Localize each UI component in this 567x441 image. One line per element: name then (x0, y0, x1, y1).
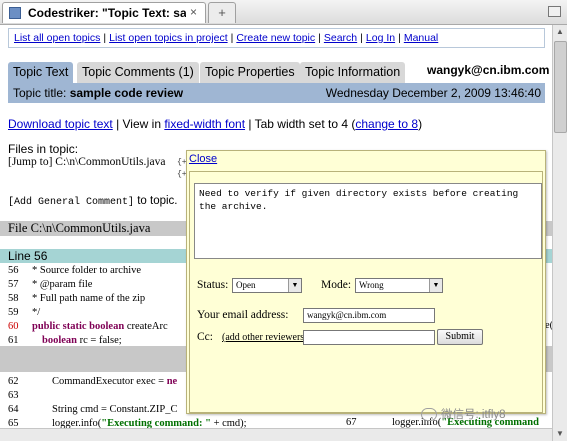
add-reviewers-link[interactable]: (add other reviewers) (222, 332, 308, 343)
add-general-comment-link[interactable]: [Add General Comment] (8, 197, 134, 208)
browser-tab-title: Codestriker: "Topic Text: sample ... (28, 6, 186, 20)
chevron-down-icon: ▼ (429, 279, 442, 292)
files-in-topic-label: Files in topic: (8, 142, 79, 156)
line-number[interactable]: 59 (8, 306, 30, 320)
jump-to-link[interactable]: [Jump to] (8, 156, 52, 168)
mode-select[interactable]: Wrong ▼ (355, 278, 443, 293)
scroll-thumb[interactable] (554, 41, 567, 133)
mode-value: Wrong (359, 280, 384, 290)
cc-label: Cc: (197, 331, 213, 343)
topic-title: sample code review (69, 86, 184, 100)
code-keyword: boolean (42, 335, 78, 346)
line-number-highlighted[interactable]: 60 (8, 320, 30, 334)
watermark: 微信号: itfly8 (421, 406, 553, 424)
nav-link-search[interactable]: Search (324, 32, 357, 44)
view-options: Download topic text | View in fixed-widt… (8, 117, 422, 131)
code-text: String cmd = Constant.ZIP_C (52, 404, 178, 415)
file-path-link[interactable]: C:\n\CommonUtils.java (55, 156, 165, 168)
topic-title-bar: Topic title: sample code review Wednesda… (8, 83, 545, 103)
email-label: Your email address: (197, 309, 289, 321)
line-number[interactable]: 56 (8, 264, 30, 278)
cc-input[interactable] (303, 330, 435, 345)
watermark-text: 微信号: itfly8 (441, 409, 506, 421)
line-number[interactable]: 64 (8, 403, 30, 417)
tab-topic-properties[interactable]: Topic Properties (200, 62, 300, 83)
tab-topic-information[interactable]: Topic Information (300, 62, 406, 83)
right-line-number[interactable]: 67 (346, 417, 357, 428)
tab-width-text: | Tab width set to 4 ( (245, 117, 356, 131)
add-comment-suffix: to topic. (134, 195, 178, 207)
fixed-width-font-link[interactable]: fixed-width font (164, 117, 245, 131)
email-input[interactable]: wangyk@cn.ibm.com (303, 308, 435, 323)
code-keyword: public static boolean (32, 321, 125, 332)
browser-tab[interactable]: Codestriker: "Topic Text: sample ... × (2, 2, 206, 23)
submit-button[interactable]: Submit (437, 329, 483, 345)
download-topic-link[interactable]: Download topic text (8, 117, 113, 131)
nav-separator: | (230, 32, 234, 44)
new-tab-button[interactable]: + (208, 2, 236, 23)
code-text: CommandExecutor exec = (52, 376, 167, 387)
wechat-icon (421, 408, 437, 422)
add-general-comment-line: [Add General Comment] to topic. (8, 195, 178, 208)
comment-popup: Close Need to verify if given directory … (186, 150, 546, 414)
page-favicon-icon (9, 7, 21, 19)
horizontal-scrollbar[interactable] (0, 428, 552, 441)
change-tab-width-link[interactable]: change to 8 (355, 117, 418, 131)
line-number[interactable]: 62 (8, 375, 30, 389)
status-label: Status: (197, 279, 229, 291)
code-text: createArc (124, 321, 168, 332)
code-text: * @param file (32, 279, 93, 290)
code-text: */ (32, 307, 41, 318)
nav-separator: | (103, 32, 107, 44)
browser-tab-bar: Codestriker: "Topic Text: sample ... × + (0, 0, 567, 25)
mode-label: Mode: (321, 279, 352, 291)
scroll-up-icon[interactable]: ▲ (553, 25, 567, 39)
topic-title-label: Topic title: (13, 86, 70, 100)
vertical-scrollbar[interactable]: ▲ ▼ (552, 25, 567, 441)
jump-to-line: [Jump to] C:\n\CommonUtils.java (8, 156, 166, 168)
nav-separator: | (318, 32, 321, 44)
tab-topic-comments[interactable]: Topic Comments (1) (77, 62, 199, 83)
topic-date: Wednesday December 2, 2009 13:46:40 (325, 86, 541, 100)
line-number[interactable]: 58 (8, 292, 30, 306)
restore-window-icon[interactable] (548, 6, 561, 17)
nav-link-login[interactable]: Log In (366, 32, 395, 44)
code-text: * Full path name of the zip (32, 293, 146, 304)
tab-topic-text[interactable]: Topic Text (8, 62, 74, 83)
nav-link-list-all-open[interactable]: List all open topics (14, 32, 100, 44)
close-tab-icon[interactable]: × (190, 5, 197, 19)
code-text: rc = false; (77, 335, 122, 346)
comment-textarea[interactable]: Need to verify if given directory exists… (194, 183, 542, 259)
popup-close-link[interactable]: Close (189, 153, 217, 165)
status-select[interactable]: Open ▼ (232, 278, 302, 293)
scroll-down-icon[interactable]: ▼ (553, 427, 567, 441)
nav-separator: | (398, 32, 401, 44)
nav-link-manual[interactable]: Manual (404, 32, 438, 44)
view-prefix: | View in (112, 117, 165, 131)
nav-separator: | (360, 32, 363, 44)
top-nav: List all open topics | List open topics in… (8, 28, 545, 48)
nav-link-list-open-project[interactable]: List open topics in project (109, 32, 227, 44)
code-text: * Source folder to archive (32, 265, 142, 276)
nav-link-create-topic[interactable]: Create new topic (236, 32, 315, 44)
status-value: Open (236, 280, 256, 290)
line-number[interactable]: 63 (8, 389, 30, 403)
chevron-down-icon: ▼ (288, 279, 301, 292)
user-email: wangyk@cn.ibm.com (427, 63, 550, 77)
line-number[interactable]: 57 (8, 278, 30, 292)
tab-width-suffix: ) (418, 117, 423, 131)
code-keyword: ne (166, 376, 178, 387)
